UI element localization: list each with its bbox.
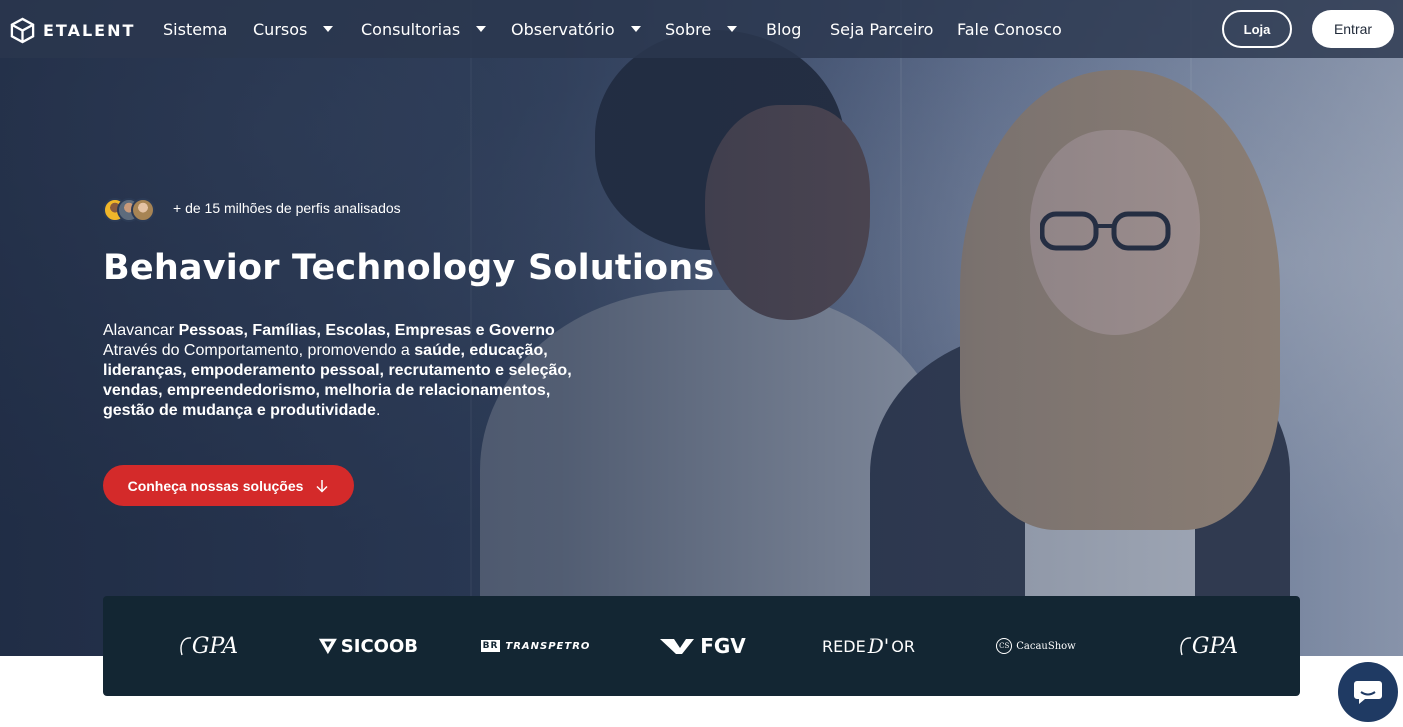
desc-text: Através do Comportamento, promovendo a bbox=[103, 342, 415, 359]
nav-item-sobre[interactable]: Sobre bbox=[665, 18, 738, 40]
profiles-count-text: + de 15 milhões de perfis analisados bbox=[173, 200, 401, 216]
partner-logo-cacau-show: CS CacauShow bbox=[996, 626, 1076, 666]
partner-logo-sicoob: SICOOB bbox=[318, 626, 418, 666]
partner-logo-gpa: GPA bbox=[163, 626, 253, 666]
caret-down-icon bbox=[727, 26, 738, 32]
cta-label: Conheça nossas soluções bbox=[127, 477, 304, 494]
caret-down-icon bbox=[476, 26, 487, 32]
caret-down-icon bbox=[630, 26, 641, 32]
nav-item-label: Cursos bbox=[253, 19, 308, 39]
hero-description: Alavancar Pessoas, Famílias, Escolas, Em… bbox=[103, 321, 573, 421]
cacau-mark: CS bbox=[996, 638, 1013, 654]
partner-name: REDE bbox=[822, 636, 866, 656]
partner-name: CacauShow bbox=[1016, 640, 1076, 652]
desc-text: Alavancar bbox=[103, 322, 179, 339]
chat-widget-button[interactable] bbox=[1338, 662, 1398, 722]
partner-logo-rede-dor: REDE D' OR bbox=[821, 626, 916, 666]
store-button[interactable]: Loja bbox=[1222, 10, 1292, 48]
hero-title: Behavior Technology Solutions bbox=[103, 248, 715, 288]
partner-logo-gpa: GPA bbox=[1163, 626, 1253, 666]
nav-item-label: Sobre bbox=[665, 19, 712, 39]
profile-avatars bbox=[103, 198, 157, 222]
caret-down-icon bbox=[323, 26, 334, 32]
partner-name: SICOOB bbox=[340, 635, 418, 657]
partner-name: FGV bbox=[700, 634, 746, 658]
partner-logo-transpetro: BR TRANSPETRO bbox=[480, 626, 589, 666]
nav-item-label: Sistema bbox=[163, 19, 228, 39]
nav-item-seja-parceiro[interactable]: Seja Parceiro bbox=[830, 18, 933, 40]
partner-logo-strip: GPA SICOOB BR TRANSPETRO FGV REDE D' OR … bbox=[103, 596, 1300, 696]
login-button[interactable]: Entrar bbox=[1312, 10, 1394, 48]
transpetro-mark: BR bbox=[480, 640, 501, 652]
nav-item-blog[interactable]: Blog bbox=[766, 18, 801, 40]
partner-name: OR bbox=[891, 636, 915, 656]
partner-name: GPA bbox=[1191, 633, 1239, 659]
nav-item-label: Observatório bbox=[511, 19, 615, 39]
solutions-cta-button[interactable]: Conheça nossas soluções bbox=[103, 465, 354, 506]
partner-name: D' bbox=[867, 634, 890, 658]
desc-text: . bbox=[375, 402, 381, 419]
nav-item-label: Consultorias bbox=[361, 19, 461, 39]
nav-item-label: Seja Parceiro bbox=[830, 19, 934, 39]
sicoob-shield-icon bbox=[318, 638, 337, 655]
gpa-arc-icon bbox=[180, 637, 191, 656]
nav-item-label: Fale Conosco bbox=[957, 19, 1062, 39]
fgv-wing-icon bbox=[660, 639, 695, 654]
nav-item-observatorio[interactable]: Observatório bbox=[511, 18, 641, 40]
nav-item-sistema[interactable]: Sistema bbox=[163, 18, 227, 40]
nav-item-fale-conosco[interactable]: Fale Conosco bbox=[957, 18, 1062, 40]
nav-item-consultorias[interactable]: Consultorias bbox=[361, 18, 487, 40]
brand-name: ETALENT bbox=[43, 21, 136, 40]
brand-logo[interactable]: ETALENT bbox=[9, 17, 135, 44]
arrow-down-icon bbox=[316, 479, 328, 493]
cube-logo-icon bbox=[10, 17, 35, 44]
partner-logo-fgv: FGV bbox=[658, 626, 748, 666]
avatar bbox=[131, 198, 155, 222]
chat-bubble-icon bbox=[1354, 681, 1382, 704]
navbar: ETALENT Sistema Cursos Consultorias Obse… bbox=[0, 0, 1403, 58]
nav-item-label: Blog bbox=[766, 19, 802, 39]
gpa-arc-icon bbox=[1180, 637, 1191, 656]
partner-name: TRANSPETRO bbox=[505, 640, 591, 652]
nav-item-cursos[interactable]: Cursos bbox=[253, 18, 334, 40]
partner-name: GPA bbox=[191, 633, 239, 659]
desc-highlight: Pessoas, Famílias, Escolas, Empresas e G… bbox=[178, 322, 555, 339]
